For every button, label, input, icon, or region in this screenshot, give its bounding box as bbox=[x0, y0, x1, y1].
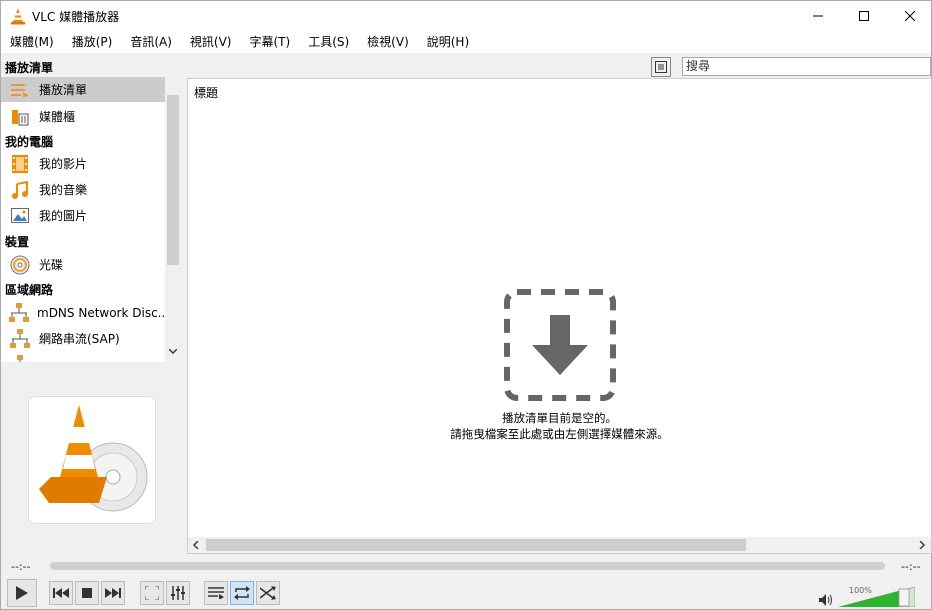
sidebar-scrollbar[interactable] bbox=[165, 77, 181, 362]
empty-message-line2: 請拖曳檔案至此處或由左側選擇媒體來源。 bbox=[450, 427, 669, 441]
close-icon bbox=[905, 11, 915, 21]
elapsed-time: --:-- bbox=[11, 560, 31, 573]
close-button[interactable] bbox=[887, 1, 932, 31]
play-button[interactable] bbox=[7, 579, 37, 607]
chevron-right-icon[interactable] bbox=[919, 541, 925, 549]
speaker-icon[interactable] bbox=[819, 594, 833, 606]
album-art bbox=[28, 396, 156, 524]
menu-playback[interactable]: 播放(P) bbox=[63, 31, 122, 53]
menu-video[interactable]: 視訊(V) bbox=[181, 31, 241, 53]
sidebar-item-disc[interactable]: 光碟 bbox=[1, 252, 165, 277]
sidebar-item-label: 我的圖片 bbox=[39, 209, 88, 223]
next-icon bbox=[105, 588, 121, 598]
loop-icon bbox=[234, 586, 250, 600]
shuffle-icon bbox=[260, 586, 276, 600]
sidebar-item-my-pictures[interactable]: 我的圖片 bbox=[1, 203, 165, 228]
window-title: VLC 媒體播放器 bbox=[32, 10, 120, 24]
sidebar-item-label: 媒體櫃 bbox=[39, 110, 76, 124]
list-view-icon bbox=[655, 61, 667, 73]
fullscreen-icon bbox=[145, 586, 159, 600]
chevron-down-icon[interactable] bbox=[169, 349, 177, 355]
search-input[interactable]: 搜尋 bbox=[682, 57, 931, 76]
network-icon bbox=[9, 328, 31, 349]
film-icon bbox=[9, 154, 31, 174]
sidebar-item-label: 網路串流(SAP) bbox=[39, 332, 120, 346]
menu-bar: 媒體(M) 播放(P) 音訊(A) 視訊(V) 字幕(T) 工具(S) 檢視(V… bbox=[1, 31, 931, 53]
playlist-view-mode-button[interactable] bbox=[651, 57, 671, 77]
sidebar-item-label: 我的音樂 bbox=[39, 183, 88, 197]
media-library-icon bbox=[9, 107, 31, 127]
sidebar-category-devices: 裝置 bbox=[5, 235, 30, 249]
menu-audio[interactable]: 音訊(A) bbox=[121, 31, 181, 53]
picture-icon bbox=[9, 206, 31, 226]
playlist-toggle-icon bbox=[208, 587, 224, 599]
playlist-view[interactable]: 標題 播放清單目前是空的。 請拖曳檔案至此處或由左側選擇媒體來源。 bbox=[187, 78, 932, 554]
maximize-icon bbox=[859, 11, 869, 21]
sidebar-item-partial[interactable] bbox=[1, 352, 165, 362]
sidebar-item-label: 播放清單 bbox=[39, 83, 88, 97]
seek-slider[interactable] bbox=[50, 562, 885, 570]
sidebar-item-media-library[interactable]: 媒體櫃 bbox=[1, 104, 165, 129]
network-icon bbox=[9, 354, 31, 362]
play-icon bbox=[16, 586, 28, 600]
sidebar-category-network: 區域網路 bbox=[5, 283, 54, 297]
menu-tools[interactable]: 工具(S) bbox=[299, 31, 358, 53]
extended-settings-button[interactable] bbox=[166, 581, 190, 605]
previous-button[interactable] bbox=[49, 581, 73, 605]
music-note-icon bbox=[9, 180, 31, 200]
shuffle-button[interactable] bbox=[256, 581, 280, 605]
vlc-window: VLC 媒體播放器 媒體(M) 播放(P) 音訊(A) 視訊(V) 字幕(T) … bbox=[0, 0, 932, 610]
minimize-icon bbox=[813, 15, 823, 17]
title-bar: VLC 媒體播放器 bbox=[1, 1, 931, 31]
menu-help[interactable]: 說明(H) bbox=[418, 31, 478, 53]
equalizer-icon bbox=[171, 586, 185, 600]
sidebar-item-playlist[interactable]: 播放清單 bbox=[1, 77, 165, 102]
drop-target-icon bbox=[504, 289, 616, 401]
vlc-cone-icon bbox=[11, 8, 25, 25]
playlist-icon bbox=[9, 80, 31, 100]
menu-view[interactable]: 檢視(V) bbox=[358, 31, 418, 53]
disc-icon bbox=[9, 255, 31, 275]
sidebar-item-mdns[interactable]: mDNS Network Disc... bbox=[1, 300, 169, 325]
sidebar-item-sap[interactable]: 網路串流(SAP) bbox=[1, 326, 165, 351]
minimize-button[interactable] bbox=[795, 1, 841, 31]
chevron-left-icon[interactable] bbox=[193, 541, 199, 549]
sidebar-item-my-music[interactable]: 我的音樂 bbox=[1, 177, 165, 202]
sidebar-item-label: 光碟 bbox=[39, 258, 64, 272]
toggle-playlist-button[interactable] bbox=[204, 581, 228, 605]
sidebar-scrollbar-thumb[interactable] bbox=[167, 95, 179, 265]
sidebar-category-my-computer: 我的電腦 bbox=[5, 135, 54, 149]
stop-icon bbox=[82, 588, 92, 598]
column-header-title[interactable]: 標題 bbox=[194, 84, 218, 101]
vlc-cone-disc-icon bbox=[39, 405, 148, 512]
previous-icon bbox=[53, 588, 69, 598]
volume-handle[interactable] bbox=[898, 588, 910, 607]
empty-message-line1: 播放清單目前是空的。 bbox=[502, 411, 617, 425]
sidebar-item-label: mDNS Network Disc... bbox=[37, 305, 170, 320]
playlist-scrollbar-thumb[interactable] bbox=[206, 539, 746, 551]
network-icon bbox=[9, 302, 29, 323]
playlist-horizontal-scrollbar[interactable] bbox=[188, 537, 931, 553]
volume-slider[interactable] bbox=[839, 587, 915, 607]
stop-button[interactable] bbox=[75, 581, 99, 605]
sidebar-item-label: 我的影片 bbox=[39, 157, 88, 171]
menu-media[interactable]: 媒體(M) bbox=[1, 31, 63, 53]
fullscreen-button[interactable] bbox=[140, 581, 164, 605]
loop-button[interactable] bbox=[230, 581, 254, 605]
maximize-button[interactable] bbox=[841, 1, 887, 31]
sidebar-item-my-videos[interactable]: 我的影片 bbox=[1, 151, 165, 176]
next-button[interactable] bbox=[101, 581, 125, 605]
sidebar-tree: 播放清單 媒體櫃 我的電腦 我的影片 我的音樂 我的圖片 裝置 光碟 區域網路 … bbox=[1, 77, 181, 362]
remaining-time: --:-- bbox=[901, 560, 921, 573]
menu-subtitle[interactable]: 字幕(T) bbox=[240, 31, 299, 53]
sidebar-header: 播放清單 bbox=[5, 61, 54, 75]
